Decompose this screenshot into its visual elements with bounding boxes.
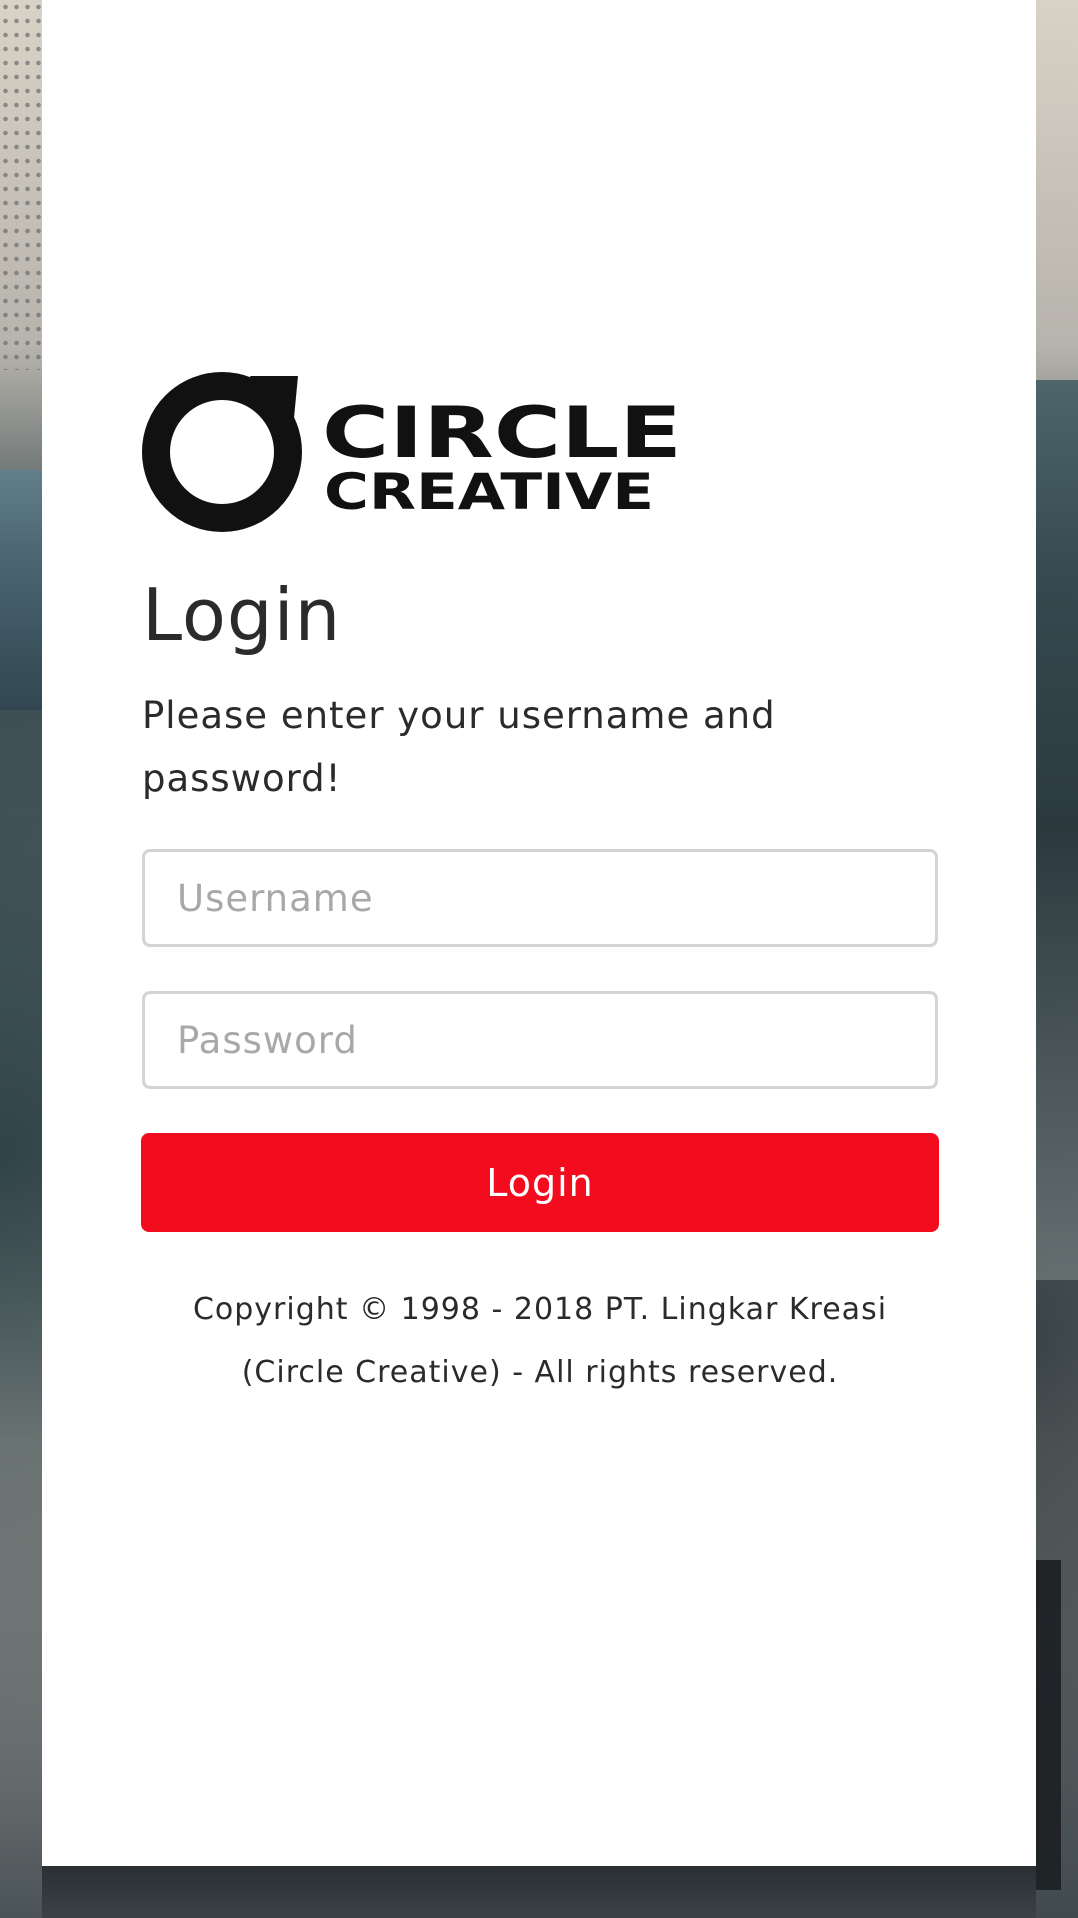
password-input[interactable] xyxy=(142,991,938,1089)
page-title: Login xyxy=(142,573,342,657)
circle-creative-logo: CIRCLE CREATIVE xyxy=(142,372,682,532)
background-pattern xyxy=(0,0,42,370)
background-keyboard xyxy=(1036,1560,1078,1890)
login-button[interactable]: Login xyxy=(141,1133,939,1232)
login-panel: CIRCLE CREATIVE Login Please enter your … xyxy=(42,0,1036,1866)
copyright-notice: Copyright © 1998 - 2018 PT. Lingkar Krea… xyxy=(192,1292,888,1390)
background-monitor-left xyxy=(0,470,42,710)
logo-text-circle: CIRCLE xyxy=(322,392,682,474)
logo-text-creative: CREATIVE xyxy=(324,463,654,521)
login-instructions: Please enter your username and password! xyxy=(142,694,776,800)
username-input[interactable] xyxy=(142,849,938,947)
background-keyboard-bottom xyxy=(42,1866,1036,1918)
background-monitor-right xyxy=(1036,380,1078,1280)
